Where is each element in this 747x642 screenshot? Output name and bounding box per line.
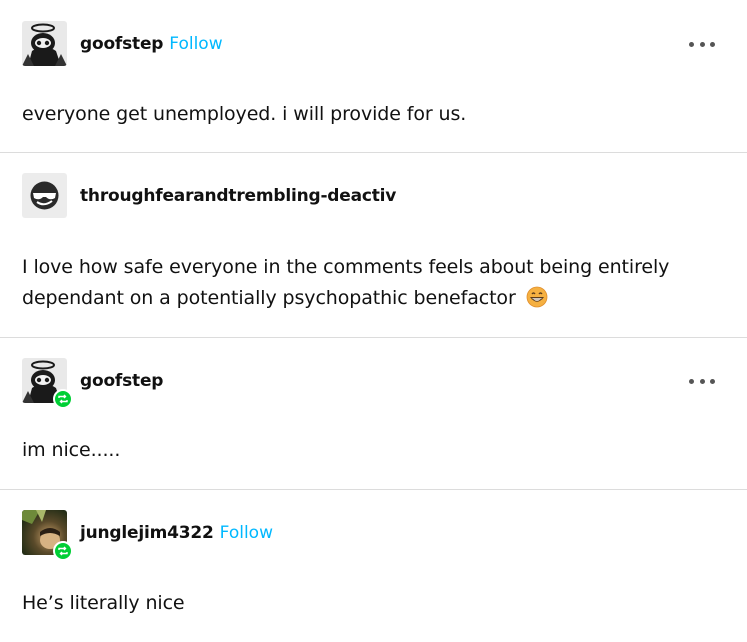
- haloed-skull-avatar-icon: [22, 21, 67, 66]
- avatar[interactable]: [22, 173, 67, 218]
- post-body-text: I love how safe everyone in the comments…: [22, 256, 670, 309]
- post-username[interactable]: goofstep: [80, 34, 163, 54]
- more-dot: [710, 378, 715, 384]
- more-options-button[interactable]: [689, 39, 715, 49]
- reblog-icon: [53, 389, 73, 409]
- more-options-button[interactable]: [689, 376, 715, 386]
- more-dot: [710, 41, 715, 47]
- grinning-face-emoji-icon: [526, 286, 548, 308]
- post-header: junglejim4322 Follow: [22, 510, 273, 561]
- post-body: everyone get unemployed. i will provide …: [22, 103, 467, 125]
- follow-button[interactable]: Follow: [169, 34, 222, 54]
- thread-post: junglejim4322 Follow He’s literally nice: [0, 490, 747, 642]
- more-dot: [699, 41, 705, 47]
- sunglasses-face-avatar-icon: [22, 173, 67, 218]
- post-body: im nice.....: [22, 439, 121, 461]
- thread-post: goofstep Follow everyone get unemployed.…: [0, 0, 747, 153]
- follow-button[interactable]: Follow: [220, 523, 273, 543]
- more-dot: [699, 378, 705, 384]
- avatar[interactable]: [22, 358, 73, 409]
- avatar[interactable]: [22, 21, 67, 66]
- post-header: goofstep: [22, 358, 163, 409]
- post-body: He’s literally nice: [22, 592, 185, 614]
- post-header: throughfearandtrembling-deactiv: [22, 173, 396, 218]
- more-dot: [689, 41, 694, 47]
- avatar[interactable]: [22, 510, 73, 561]
- post-username[interactable]: goofstep: [80, 371, 163, 391]
- post-username[interactable]: junglejim4322: [80, 523, 214, 543]
- reblog-thread: goofstep Follow everyone get unemployed.…: [0, 0, 747, 642]
- more-dot: [689, 378, 694, 384]
- reblog-icon: [53, 541, 73, 561]
- thread-post: goofstep im nice.....: [0, 338, 747, 490]
- post-username[interactable]: throughfearandtrembling-deactiv: [80, 186, 396, 206]
- post-header: goofstep Follow: [22, 21, 223, 66]
- post-body: I love how safe everyone in the comments…: [22, 252, 712, 314]
- thread-post: throughfearandtrembling-deactiv I love h…: [0, 153, 747, 338]
